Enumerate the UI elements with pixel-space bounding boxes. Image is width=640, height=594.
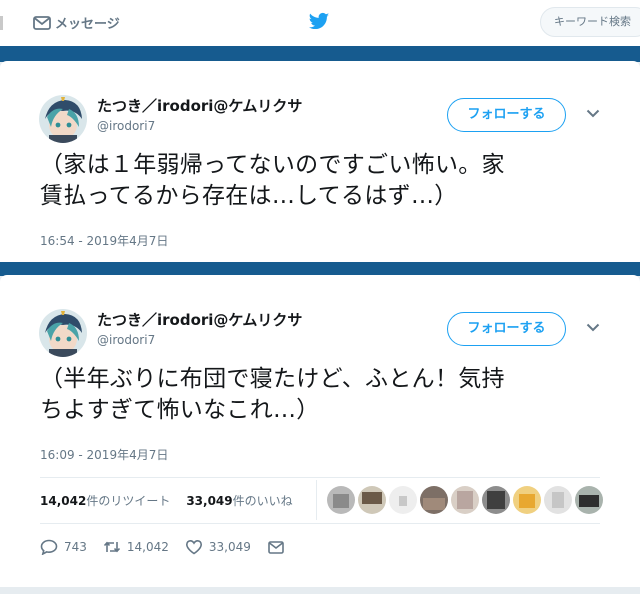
tweet-card: たつき／irodori@ケムリクサ @irodori7 フォローする （家は１年… <box>0 61 640 262</box>
tweet-text: （家は１年弱帰ってないのですごい怖い。家 賃払ってるから存在は…してるはず…） <box>40 150 600 212</box>
divider <box>316 480 317 520</box>
envelope-icon <box>33 15 51 30</box>
tweet-timestamp[interactable]: 16:54 - 2019年4月7日 <box>40 232 168 249</box>
like-stat-label: 件のいいね <box>232 494 293 508</box>
liker-avatar[interactable] <box>451 486 479 514</box>
like-count: 33,049 <box>186 494 233 508</box>
tweet-text-line: ちよすぎて怖いなこれ…） <box>40 397 320 423</box>
chevron-down-icon[interactable] <box>586 109 600 118</box>
profile-banner-strip <box>0 262 640 276</box>
retweet-count: 14,042 <box>40 494 87 508</box>
avatar[interactable] <box>39 309 87 357</box>
tweet-text-line: （半年ぶりに布団で寝たけど、ふとん！気持 <box>40 366 505 392</box>
follow-button[interactable]: フォローする <box>447 312 566 346</box>
tweet-text: （半年ぶりに布団で寝たけど、ふとん！気持 ちよすぎて怖いなこれ…） <box>40 364 600 426</box>
tweet-actions: 743 14,042 33,049 <box>40 539 301 555</box>
messages-link[interactable]: メッセージ <box>33 13 120 32</box>
retweet-stat-label: 件のリツイート <box>86 494 171 508</box>
avatar[interactable] <box>39 95 87 143</box>
card-bottom-edge <box>0 587 640 594</box>
retweet-icon <box>103 541 120 553</box>
display-name[interactable]: たつき／irodori@ケムリクサ <box>97 309 302 330</box>
direct-message-button[interactable] <box>267 539 285 555</box>
liker-avatar[interactable] <box>389 486 417 514</box>
tweet-text-line: 賃払ってるから存在は…してるはず…） <box>40 183 458 209</box>
display-name[interactable]: たつき／irodori@ケムリクサ <box>97 95 302 116</box>
top-nav: メッセージ キーワード検索 <box>0 0 640 47</box>
follow-button[interactable]: フォローする <box>447 98 566 132</box>
heart-icon <box>185 539 202 555</box>
liker-avatar[interactable] <box>544 486 572 514</box>
chevron-down-icon[interactable] <box>586 323 600 332</box>
retweet-action-count: 14,042 <box>126 540 169 554</box>
liker-avatar[interactable] <box>358 486 386 514</box>
reply-icon <box>40 539 58 555</box>
search-input[interactable]: キーワード検索 <box>540 7 640 37</box>
tweet-card: たつき／irodori@ケムリクサ @irodori7 フォローする （半年ぶり… <box>0 275 640 594</box>
liker-avatar[interactable] <box>513 486 541 514</box>
nav-edge-icon <box>0 16 3 30</box>
twitter-bird-icon[interactable] <box>308 12 330 32</box>
tweet-timestamp[interactable]: 16:09 - 2019年4月7日 <box>40 446 168 463</box>
divider <box>40 523 600 524</box>
reply-button[interactable]: 743 <box>40 539 87 555</box>
user-handle[interactable]: @irodori7 <box>97 333 155 347</box>
divider <box>40 477 600 478</box>
liker-avatar[interactable] <box>327 486 355 514</box>
like-action-count: 33,049 <box>208 540 251 554</box>
retweet-stat[interactable]: 14,042件のリツイート <box>40 492 170 509</box>
liker-avatars <box>327 486 603 514</box>
tweet-stats: 14,042件のリツイート 33,049件のいいね <box>40 492 293 509</box>
user-handle[interactable]: @irodori7 <box>97 119 155 133</box>
liker-avatar[interactable] <box>482 486 510 514</box>
like-stat[interactable]: 33,049件のいいね <box>186 492 292 509</box>
tweet-text-line: （家は１年弱帰ってないのですごい怖い。家 <box>40 152 505 178</box>
liker-avatar[interactable] <box>575 486 603 514</box>
retweet-button[interactable]: 14,042 <box>103 539 169 555</box>
reply-count: 743 <box>64 540 87 554</box>
envelope-icon <box>268 541 284 554</box>
like-button[interactable]: 33,049 <box>185 539 251 555</box>
liker-avatar[interactable] <box>420 486 448 514</box>
profile-banner-strip <box>0 46 640 62</box>
messages-label: メッセージ <box>55 17 120 32</box>
